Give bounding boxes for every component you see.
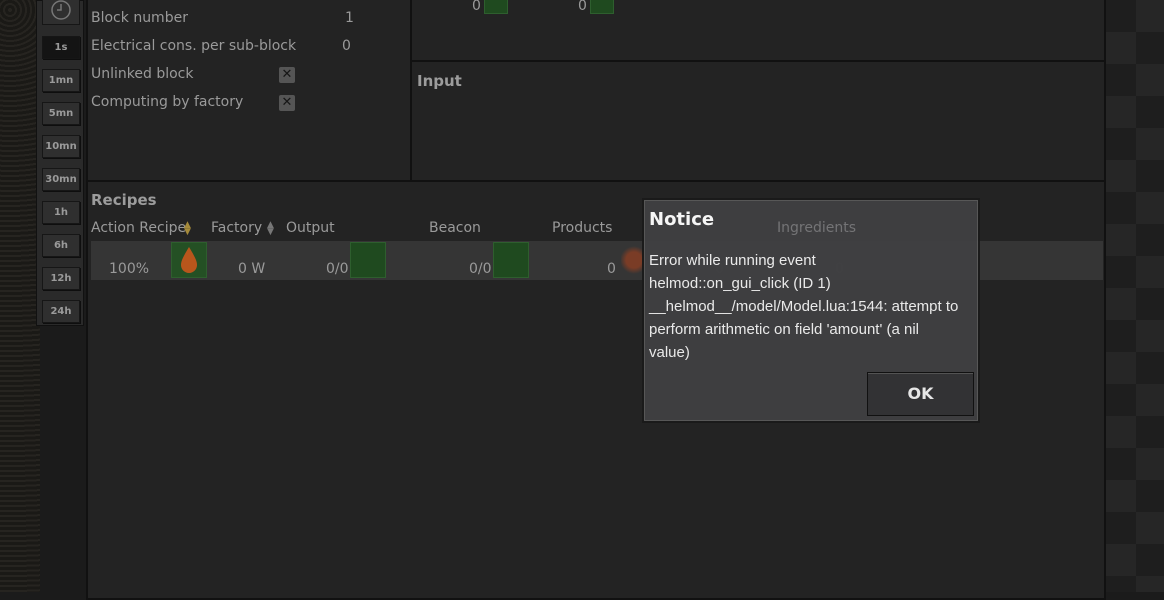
unlinked-label: Unlinked block — [91, 66, 194, 82]
clock-icon[interactable] — [42, 0, 80, 25]
block-number-label: Block number — [91, 10, 188, 26]
beacon-count: 0/0 — [469, 261, 492, 277]
recipe-icon[interactable] — [171, 242, 207, 278]
output-value: 0 — [578, 0, 587, 14]
block-number-value: 1 — [345, 10, 354, 26]
product-amount: 0 — [607, 261, 616, 277]
factory-icon[interactable] — [350, 242, 386, 278]
coal-icon[interactable] — [590, 0, 614, 14]
time-button-5mn[interactable]: 5mn — [42, 102, 80, 125]
time-button-30mn[interactable]: 30mn — [42, 168, 80, 191]
block-info-panel: Block number 1 Electrical cons. per sub-… — [86, 0, 412, 182]
checker-background — [1104, 0, 1164, 592]
beacon-icon[interactable] — [493, 242, 529, 278]
unlinked-checkbox[interactable]: ✕ — [279, 67, 295, 83]
ground-background — [0, 0, 40, 592]
time-button-1s[interactable]: 1s — [42, 36, 80, 59]
header-beacon: Beacon — [429, 220, 481, 236]
time-button-6h[interactable]: 6h — [42, 234, 80, 257]
recipe-percent: 100% — [109, 261, 150, 277]
header-factory[interactable]: Factory — [211, 220, 262, 236]
output-value: 0 — [472, 0, 481, 14]
header-products: Products — [552, 220, 613, 236]
input-title: Input — [417, 72, 462, 90]
computing-label: Computing by factory — [91, 94, 244, 110]
elec-label: Electrical cons. per sub-block — [91, 38, 297, 54]
recipe-power: 0 W — [238, 261, 266, 277]
time-button-1h[interactable]: 1h — [42, 201, 80, 224]
time-sidebar: 1s 1mn 5mn 10mn 30mn 1h 6h 12h 24h — [36, 0, 84, 326]
time-button-24h[interactable]: 24h — [42, 300, 80, 323]
time-button-10mn[interactable]: 10mn — [42, 135, 80, 158]
time-button-1mn[interactable]: 1mn — [42, 69, 80, 92]
header-ingredients: Ingredients — [777, 220, 856, 236]
computing-checkbox[interactable]: ✕ — [279, 95, 295, 111]
factory-count: 0/0 — [326, 261, 349, 277]
dialog-message: Error while running event helmod::on_gui… — [649, 252, 959, 361]
output-panel: 0 0 — [410, 0, 1106, 62]
time-button-12h[interactable]: 12h — [42, 267, 80, 290]
elec-value: 0 — [342, 38, 351, 54]
iron-ore-icon[interactable] — [484, 0, 508, 14]
header-output: Output — [286, 220, 335, 236]
ok-button[interactable]: OK — [867, 372, 974, 416]
header-action-recipe[interactable]: Action Recipe — [91, 220, 186, 236]
recipes-title: Recipes — [91, 191, 157, 209]
dialog-title: Notice — [649, 209, 715, 230]
sort-icon[interactable]: ▲ ▼ — [184, 221, 191, 237]
input-panel: Input — [410, 60, 1106, 182]
sort-icon[interactable]: ▲ ▼ — [267, 221, 274, 237]
